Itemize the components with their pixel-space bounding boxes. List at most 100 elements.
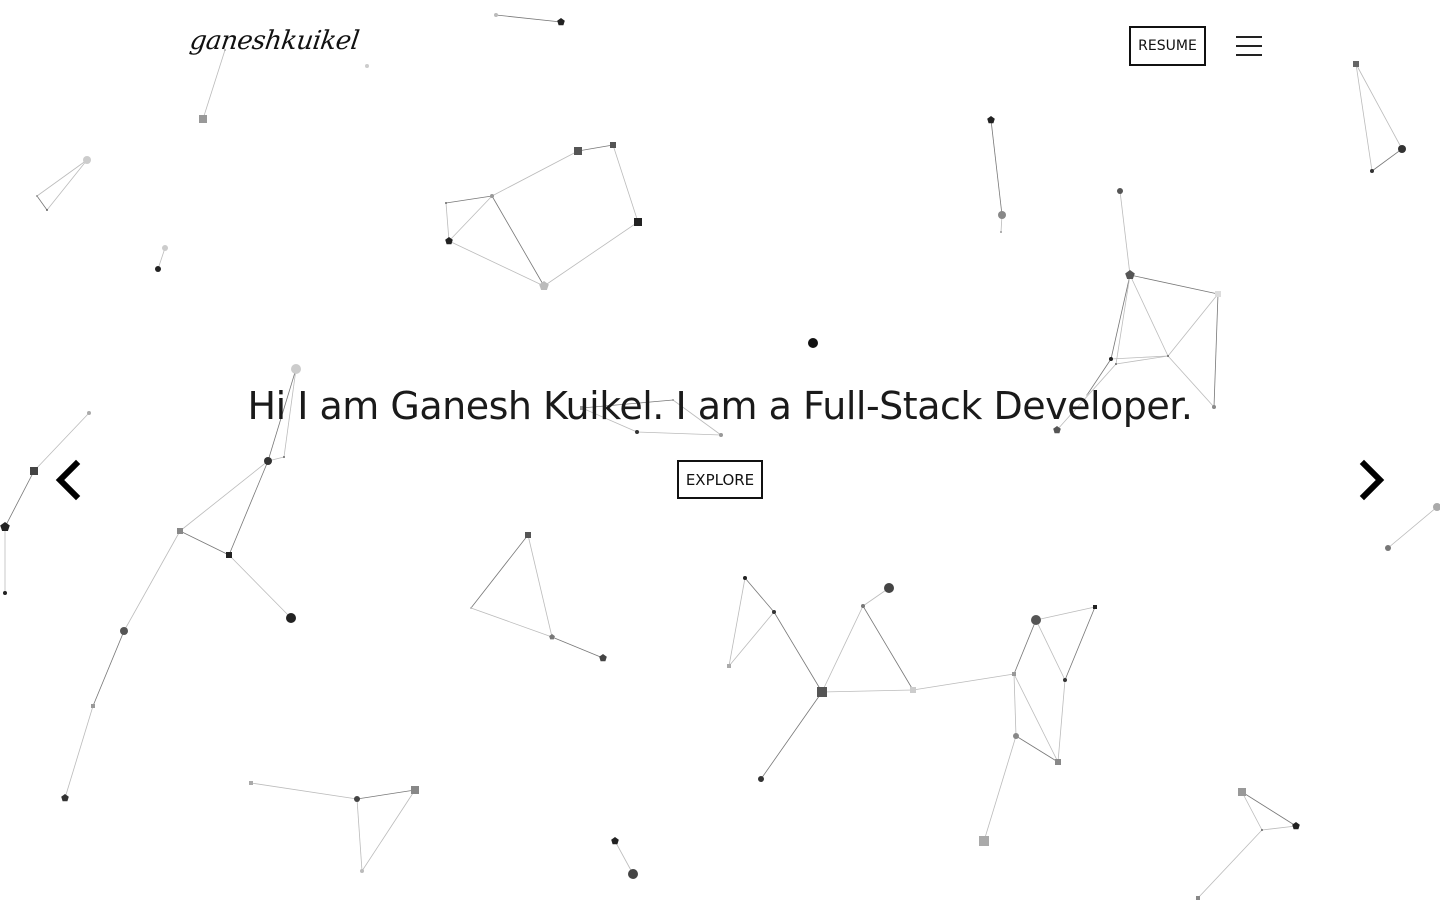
particle-node [1000, 231, 1002, 233]
particle-node [1385, 545, 1391, 551]
particle-link [1355, 63, 1403, 150]
particle-link [581, 407, 638, 433]
particle-link [46, 159, 88, 211]
hamburger-icon[interactable] [1234, 33, 1264, 59]
particle-node [1196, 896, 1200, 900]
particle-node [580, 406, 584, 410]
particle-link [1119, 190, 1131, 276]
particle-node [1353, 61, 1359, 67]
particle-node [494, 13, 498, 17]
particle-node [445, 202, 447, 204]
particle-node [177, 528, 183, 534]
particle-node [46, 209, 48, 211]
particle-node [1063, 678, 1067, 682]
particle-link [495, 14, 562, 23]
particle-node [1093, 605, 1097, 609]
particle-node [365, 64, 369, 68]
particle-link [551, 636, 604, 659]
particle-network-background [0, 13, 1440, 900]
particle-link [445, 195, 493, 204]
particle-node [83, 156, 91, 164]
particle-link [728, 577, 746, 667]
particle-node [411, 786, 419, 794]
particle-link [356, 789, 416, 800]
particle-node [291, 364, 301, 374]
particle-node [628, 869, 638, 879]
particle-node [1212, 405, 1216, 409]
particle-link [356, 798, 363, 872]
particle-link [543, 221, 639, 287]
particle-node [283, 456, 285, 458]
particle-node [910, 687, 916, 693]
particle-node [1115, 363, 1117, 365]
particle-link [744, 577, 775, 613]
particle-link [1213, 293, 1219, 408]
site-logo[interactable]: ganeshkuikel [188, 26, 361, 56]
particle-node [199, 115, 207, 123]
chevron-left-icon[interactable] [48, 458, 88, 502]
particle-link [672, 399, 722, 436]
particle-node [557, 18, 565, 26]
particle-link [1013, 619, 1037, 675]
particle-node [727, 664, 731, 668]
particle-node [1167, 355, 1169, 357]
particle-node [1013, 733, 1019, 739]
particle-node [884, 583, 894, 593]
particle-link [228, 554, 292, 619]
particle-link [491, 150, 579, 197]
particle-node [360, 869, 364, 873]
particle-node [1086, 394, 1088, 396]
particle-link [614, 840, 634, 875]
particle-node [539, 281, 549, 290]
particle-node [1031, 615, 1041, 625]
particle-node [1215, 291, 1221, 297]
chevron-right-icon[interactable] [1352, 458, 1392, 502]
particle-link [157, 247, 166, 270]
particle-node [264, 457, 272, 465]
particle-link [448, 240, 545, 287]
particle-node [155, 266, 161, 272]
particle-link [179, 530, 230, 556]
particle-link [1013, 673, 1017, 737]
particle-link [361, 789, 416, 872]
particle-node [549, 634, 555, 640]
particle-link [1167, 355, 1215, 408]
particle-link [36, 195, 48, 211]
particle-link [636, 431, 722, 436]
particle-link [612, 144, 639, 223]
particle-link [1057, 679, 1066, 763]
particle-node [36, 195, 38, 197]
resume-button[interactable]: RESUME [1129, 26, 1206, 66]
particle-link [760, 691, 823, 780]
particle-link [912, 673, 1015, 691]
particle-node [772, 610, 776, 614]
particle-node [743, 576, 747, 580]
particle-node [286, 613, 296, 623]
particle-node [30, 467, 38, 475]
particle-link [179, 460, 269, 532]
particle-link [64, 705, 94, 799]
particle-node [979, 836, 989, 846]
particle-link [577, 144, 614, 152]
particle-link [491, 195, 545, 287]
particle-node [525, 532, 531, 538]
particle-node [599, 654, 607, 662]
particle-node [861, 604, 865, 608]
particle-link [1115, 274, 1131, 365]
particle-node [1055, 759, 1061, 765]
particle-node [672, 399, 674, 401]
particle-node [0, 522, 10, 531]
particle-link [228, 460, 269, 556]
particle-link [1086, 358, 1112, 396]
particle-link [1355, 63, 1373, 172]
particle-link [470, 534, 529, 609]
particle-link [990, 119, 1003, 216]
particle-link [1129, 274, 1169, 357]
particle-link [1035, 606, 1096, 621]
explore-button[interactable]: EXPLORE [677, 460, 763, 499]
particle-node [634, 218, 642, 226]
particle-link [862, 605, 914, 691]
particle-link [1241, 791, 1263, 831]
particle-node [998, 211, 1006, 219]
particle-node [162, 245, 168, 251]
